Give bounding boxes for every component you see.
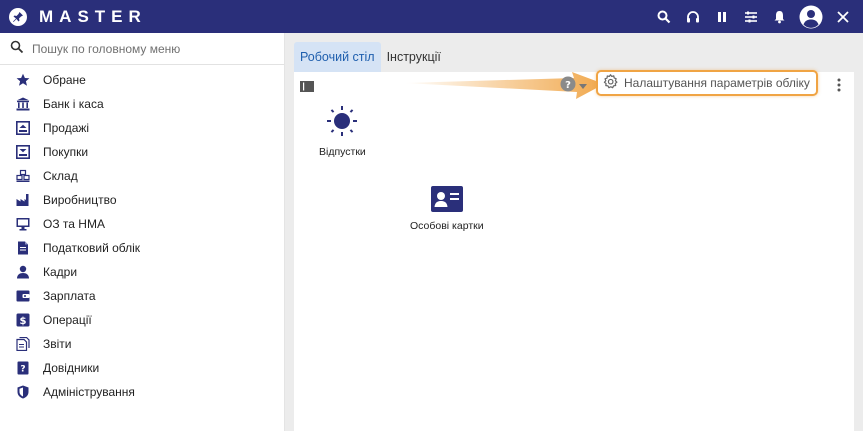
dollar-icon: $ <box>16 313 30 327</box>
sidebar-item-label: Податковий облік <box>43 241 141 255</box>
user-avatar-icon[interactable] <box>794 0 828 33</box>
tax-document-icon <box>16 241 30 255</box>
sidebar-item-label: Операції <box>43 313 92 327</box>
sidebar-item-label: Покупки <box>43 145 89 159</box>
person-icon <box>16 265 30 279</box>
sidebar-item-fixed-assets[interactable]: ОЗ та НМА <box>0 212 284 236</box>
sidebar-item-label: Довідники <box>43 361 100 375</box>
sidebar-item-salary[interactable]: Зарплата <box>0 284 284 308</box>
brand-name: MASTER <box>39 6 147 26</box>
search-icon[interactable] <box>649 0 678 33</box>
star-icon <box>16 73 30 87</box>
sidebar-item-warehouse[interactable]: Склад <box>0 164 284 188</box>
sidebar-item-administration[interactable]: Адміністрування <box>0 380 284 404</box>
gear-icon <box>603 74 618 92</box>
top-toolbar <box>649 0 857 33</box>
sidebar-item-directories[interactable]: ? Довідники <box>0 356 284 380</box>
sidebar-item-label: Адміністрування <box>43 385 135 399</box>
sidebar-item-bank[interactable]: Банк і каса <box>0 92 284 116</box>
wallet-icon <box>16 289 30 303</box>
sidebar-item-label: Звіти <box>43 337 72 351</box>
desktop-panel: ? Налаштування параметрів обліку Відпуст… <box>294 70 854 431</box>
tile-personal-cards[interactable]: Особові картки <box>410 186 484 232</box>
close-icon[interactable] <box>828 0 857 33</box>
search-icon <box>10 40 24 57</box>
chevron-down-icon <box>579 78 587 92</box>
sidebar: Обране Банк і каса Продажі Покупки Склад… <box>0 33 285 431</box>
reports-icon <box>16 337 30 351</box>
help-icon: ? <box>560 76 576 95</box>
sidebar-item-label: Обране <box>43 73 86 87</box>
sidebar-item-label: ОЗ та НМА <box>43 217 105 231</box>
accounting-settings-button[interactable]: Налаштування параметрів обліку <box>596 70 818 96</box>
sidebar-item-label: Продажі <box>43 121 90 135</box>
main-menu: Обране Банк і каса Продажі Покупки Склад… <box>0 65 284 404</box>
help-menu[interactable]: ? <box>560 75 587 95</box>
panel-toggle-icon[interactable] <box>300 80 314 92</box>
monitor-icon <box>16 217 30 231</box>
sidebar-item-label: Кадри <box>43 265 78 279</box>
sidebar-item-production[interactable]: Виробництво <box>0 188 284 212</box>
sidebar-item-hr[interactable]: Кадри <box>0 260 284 284</box>
pin-icon <box>9 7 27 26</box>
main-area: Робочий стіл Інструкції ? Налаштування п… <box>285 33 863 431</box>
sidebar-item-operations[interactable]: $ Операції <box>0 308 284 332</box>
more-options-icon[interactable] <box>832 76 846 94</box>
search-input[interactable] <box>32 41 272 56</box>
sales-icon <box>16 121 30 135</box>
tile-label: Особові картки <box>410 220 484 232</box>
sidebar-item-label: Склад <box>43 169 78 183</box>
tile-label: Відпустки <box>319 146 366 158</box>
sidebar-item-sales[interactable]: Продажі <box>0 116 284 140</box>
sliders-icon[interactable] <box>736 0 765 33</box>
sun-icon <box>325 104 359 141</box>
factory-icon <box>16 193 30 207</box>
tab-bar: Робочий стіл Інструкції <box>294 42 447 72</box>
svg-text:?: ? <box>20 365 25 375</box>
sidebar-item-tax[interactable]: Податковий облік <box>0 236 284 260</box>
logo[interactable]: MASTER <box>9 7 147 27</box>
tab-desktop[interactable]: Робочий стіл <box>294 42 381 72</box>
bell-icon[interactable] <box>765 0 794 33</box>
headset-icon[interactable] <box>678 0 707 33</box>
svg-text:?: ? <box>565 80 571 91</box>
search-bar <box>0 33 284 65</box>
accounting-settings-label: Налаштування параметрів обліку <box>624 76 810 90</box>
sidebar-item-favorites[interactable]: Обране <box>0 68 284 92</box>
tab-instructions[interactable]: Інструкції <box>381 42 447 72</box>
pause-icon[interactable] <box>707 0 736 33</box>
purchases-icon <box>16 145 30 159</box>
sidebar-item-purchases[interactable]: Покупки <box>0 140 284 164</box>
top-bar: MASTER <box>0 0 863 33</box>
svg-text:$: $ <box>20 316 27 327</box>
help-book-icon: ? <box>16 361 30 375</box>
bank-icon <box>16 97 30 111</box>
id-card-icon <box>430 186 463 215</box>
shield-icon <box>16 385 30 399</box>
warehouse-icon <box>16 169 30 183</box>
sidebar-item-label: Виробництво <box>43 193 117 207</box>
sidebar-item-reports[interactable]: Звіти <box>0 332 284 356</box>
tile-vacations[interactable]: Відпустки <box>319 104 366 158</box>
sidebar-item-label: Зарплата <box>43 289 96 303</box>
sidebar-item-label: Банк і каса <box>43 97 104 111</box>
